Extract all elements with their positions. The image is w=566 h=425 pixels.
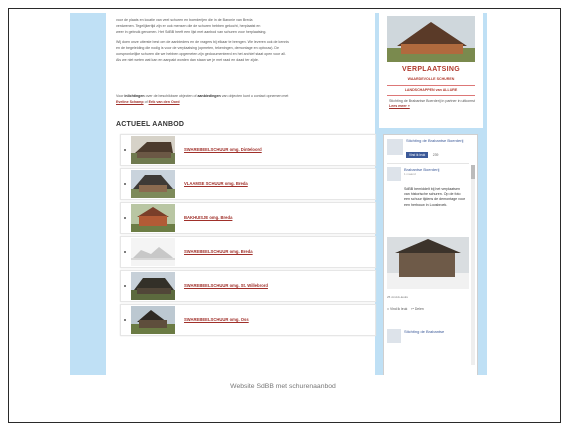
main-content: voor de plaats en locatie van veel schur… — [106, 13, 376, 375]
contact-link-1[interactable]: Eveline Schamp — [116, 100, 144, 104]
bullet — [124, 183, 126, 185]
listing-thumbnail[interactable] — [131, 170, 175, 198]
bullet — [124, 251, 126, 253]
listing-thumbnail[interactable] — [131, 272, 175, 300]
post-likes: 25 vind-ik-leuks — [387, 295, 408, 299]
bullet — [124, 319, 126, 321]
listing-link[interactable]: SWAREBEELSCHUUR omg. Breda — [184, 249, 253, 254]
listing-link[interactable]: SWAREBEELSCHUUR omg. Oss — [184, 317, 249, 322]
listing-card[interactable]: VLAAMSE SCHUUR omg. Breda — [120, 168, 376, 200]
page-name[interactable]: Stichting de Brabantse Boerderij — [406, 138, 474, 143]
post-like-action[interactable]: □ Vind ik leuk — [387, 307, 407, 311]
facebook-widget: Stichting de Brabantse Boerderij Vind ik… — [383, 134, 478, 375]
listing-link[interactable]: VLAAMSE SCHUUR omg. Breda — [184, 181, 248, 186]
banner-text: Stichting de Brabantse Boerderij in part… — [389, 99, 475, 109]
listing-thumbnail[interactable] — [131, 238, 175, 266]
scrollbar-thumb[interactable] — [471, 165, 475, 179]
post-image[interactable] — [387, 237, 469, 289]
page-avatar-2 — [387, 329, 401, 343]
post-text: SdBB bemiddelt bij het verplaatsen van h… — [404, 187, 466, 207]
banner-title: VERPLAATSING — [402, 66, 460, 73]
like-button[interactable]: Vind ik leuk — [406, 152, 429, 159]
read-more-link[interactable]: Lees meer » — [389, 104, 410, 108]
listing-card[interactable]: SWAREBEELSCHUUR omg. Breda — [120, 236, 376, 268]
page-avatar — [387, 139, 403, 155]
text-line: weer in gebruik genomen. Het SdBB heeft … — [116, 30, 267, 34]
page-name-2[interactable]: Stichting de Brabantse — [404, 329, 466, 334]
sidebar: VERPLAATSING WAARDEVOLLE SCHUREN LANDSCH… — [379, 13, 483, 375]
listing-card[interactable]: SWAREBEELSCHUUR omg. St. Willebrord — [120, 270, 376, 302]
listing-card[interactable]: BAKHUISJE omg. Breda — [120, 202, 376, 234]
post-time: 1 maand — [404, 172, 416, 177]
text-line: Als we niet weten wat kan en aanpakt wor… — [116, 58, 259, 62]
divider — [387, 163, 469, 164]
contact-text: Voor inlichtingen over de beschikbare ob… — [116, 94, 289, 104]
listing-card[interactable]: SWAREBEELSCHUUR omg. Dinteloord — [120, 134, 376, 166]
listing-thumbnail[interactable] — [131, 204, 175, 232]
body-text: Wij doen onze uiterste best om de aanbie… — [116, 39, 371, 63]
website-screenshot: voor de plaats en locatie van veel schur… — [70, 13, 487, 375]
like-count: 239 — [432, 153, 439, 158]
bullet — [124, 149, 126, 151]
contact-link-2[interactable]: Erik van den Oord — [149, 100, 180, 104]
section-title: ACTUEEL AANBOD — [116, 121, 185, 128]
listing-link[interactable]: SWAREBEELSCHUUR omg. St. Willebrord — [184, 283, 268, 288]
banner-subtitle-2: LANDSCHAPPEN van ALLURE — [404, 88, 458, 92]
bullet — [124, 217, 126, 219]
listing-card[interactable]: SWAREBEELSCHUUR omg. Oss — [120, 304, 376, 336]
listing-link[interactable]: BAKHUISJE omg. Breda — [184, 215, 232, 220]
banner-subtitle: WAARDEVOLLE SCHUREN — [407, 77, 455, 81]
intro-text: voor de plaats en locatie van veel schur… — [116, 17, 371, 35]
divider — [387, 85, 475, 86]
bullet — [124, 285, 126, 287]
post-share-action[interactable]: ↩ Delen — [411, 307, 424, 311]
post-avatar — [387, 167, 401, 181]
slide-caption: Website SdBB met schurenaanbod — [230, 383, 336, 390]
farmhouse-image — [387, 16, 475, 62]
divider — [387, 95, 475, 96]
listing-thumbnail[interactable] — [131, 306, 175, 334]
relocation-banner[interactable]: VERPLAATSING WAARDEVOLLE SCHUREN LANDSCH… — [379, 13, 483, 128]
scrollbar[interactable] — [471, 165, 475, 365]
listing-thumbnail[interactable] — [131, 136, 175, 164]
listing-link[interactable]: SWAREBEELSCHUUR omg. Dinteloord — [184, 147, 262, 152]
